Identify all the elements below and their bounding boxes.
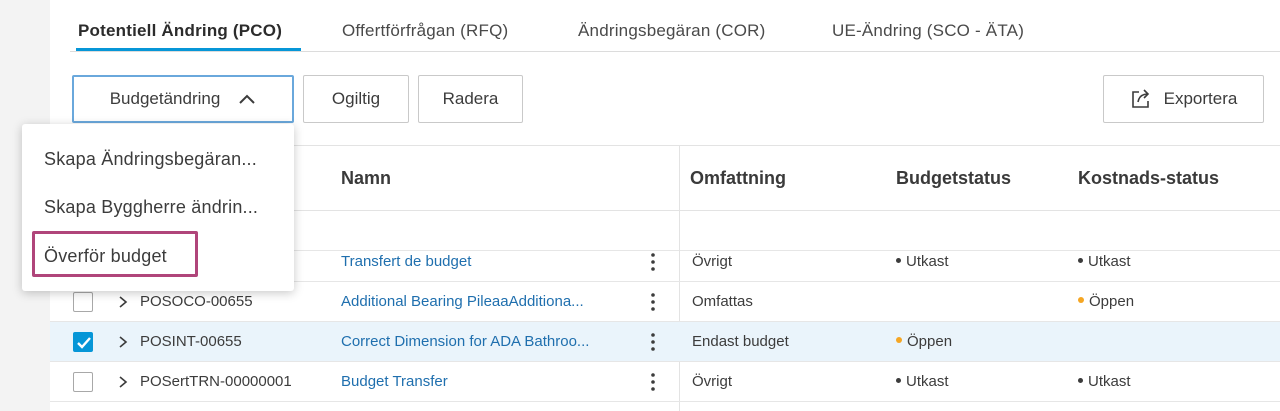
chevron-up-icon bbox=[239, 94, 256, 104]
status-dot bbox=[1078, 297, 1084, 304]
column-header-cost-status[interactable]: Kostnads-status bbox=[1078, 168, 1219, 189]
more-options-icon[interactable] bbox=[650, 332, 656, 352]
tab-rfq[interactable]: Offertförfrågan (RFQ) bbox=[342, 21, 508, 41]
status-dot bbox=[896, 337, 902, 344]
row-checkbox[interactable] bbox=[73, 332, 93, 352]
chevron-right-icon[interactable] bbox=[118, 335, 128, 349]
tab-bar: Potentiell Ändring (PCO) Offertförfrågan… bbox=[70, 0, 1280, 52]
status-dot bbox=[1078, 377, 1083, 383]
highlight-box bbox=[32, 231, 198, 277]
row-scope: Övrigt bbox=[692, 373, 733, 390]
row-budget-status: Öppen bbox=[896, 333, 952, 350]
cost-status-text: Öppen bbox=[1089, 293, 1135, 310]
row-cost-status: Utkast bbox=[1078, 253, 1131, 270]
row-id: POSINT-00655 bbox=[140, 333, 242, 350]
row-checkbox[interactable] bbox=[73, 372, 93, 392]
row-id: POSertTRN-00000001 bbox=[140, 373, 292, 390]
row-scope: Endast budget bbox=[692, 333, 789, 350]
delete-button[interactable]: Radera bbox=[418, 75, 523, 123]
more-options-icon[interactable] bbox=[650, 372, 656, 392]
row-checkbox[interactable] bbox=[73, 292, 93, 312]
export-button[interactable]: Exportera bbox=[1103, 75, 1264, 123]
tab-sco[interactable]: UE-Ändring (SCO - ÄTA) bbox=[832, 21, 1024, 41]
budget-status-text: Utkast bbox=[906, 253, 949, 270]
status-dot bbox=[1078, 257, 1083, 263]
row-name-link[interactable]: Budget Transfer bbox=[341, 373, 631, 390]
row-scope: Övrigt bbox=[692, 253, 733, 270]
row-name-link[interactable]: Additional Bearing PileaaAdditiona... bbox=[341, 293, 631, 310]
status-dot bbox=[896, 377, 901, 383]
table-row[interactable]: POSINT-00655 Correct Dimension for ADA B… bbox=[50, 322, 1280, 362]
cost-status-text: Utkast bbox=[1088, 373, 1131, 390]
menu-item-create-change-request[interactable]: Skapa Ändringsbegäran... bbox=[44, 149, 257, 170]
tab-pco[interactable]: Potentiell Ändring (PCO) bbox=[78, 21, 282, 41]
row-budget-status: Utkast bbox=[896, 373, 949, 390]
row-scope: Omfattas bbox=[692, 293, 753, 310]
more-options-icon[interactable] bbox=[650, 292, 656, 312]
column-header-name[interactable]: Namn bbox=[341, 168, 391, 189]
invalid-button[interactable]: Ogiltig bbox=[303, 75, 409, 123]
active-tab-indicator bbox=[76, 48, 301, 51]
column-header-budget-status[interactable]: Budgetstatus bbox=[896, 168, 1011, 189]
cost-status-text: Utkast bbox=[1088, 253, 1131, 270]
row-id: POSOCO-00655 bbox=[140, 293, 253, 310]
export-label: Exportera bbox=[1163, 89, 1238, 108]
budget-change-label: Budgetändring bbox=[109, 89, 221, 108]
more-options-icon[interactable] bbox=[650, 252, 656, 272]
row-name-link[interactable]: Correct Dimension for ADA Bathroo... bbox=[341, 333, 631, 350]
budget-status-text: Öppen bbox=[907, 333, 953, 350]
budget-change-button[interactable]: Budgetändring bbox=[72, 75, 294, 123]
menu-item-create-owner-change[interactable]: Skapa Byggherre ändrin... bbox=[44, 197, 258, 218]
share-export-icon bbox=[1131, 89, 1149, 108]
status-dot bbox=[896, 257, 901, 263]
row-cost-status: Utkast bbox=[1078, 373, 1131, 390]
row-name-link[interactable]: Transfert de budget bbox=[341, 253, 631, 270]
tab-cor[interactable]: Ändringsbegäran (COR) bbox=[578, 21, 766, 41]
budget-change-menu: Skapa Ändringsbegäran... Skapa Byggherre… bbox=[22, 124, 294, 291]
chevron-right-icon[interactable] bbox=[118, 375, 128, 389]
table-row[interactable]: POSertTRN-00000001 Budget Transfer Övrig… bbox=[50, 362, 1280, 402]
column-header-scope[interactable]: Omfattning bbox=[690, 168, 786, 189]
row-budget-status: Utkast bbox=[896, 253, 949, 270]
budget-status-text: Utkast bbox=[906, 373, 949, 390]
check-icon bbox=[77, 337, 91, 349]
chevron-right-icon[interactable] bbox=[118, 295, 128, 309]
row-cost-status: Öppen bbox=[1078, 293, 1134, 310]
